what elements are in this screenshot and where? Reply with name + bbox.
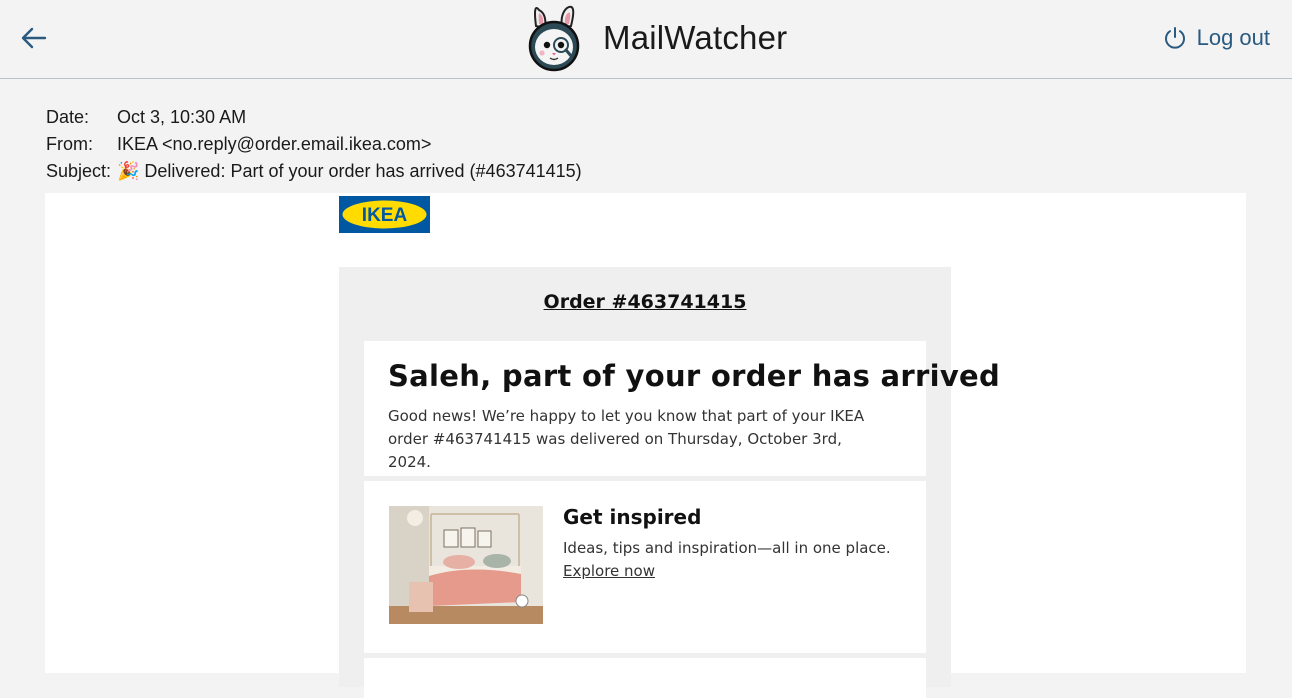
power-icon xyxy=(1164,27,1185,49)
delivery-headline: Saleh, part of your order has arrived xyxy=(388,359,1001,393)
from-value: IKEA <no.reply@order.email.ikea.com> xyxy=(117,134,432,154)
inspire-card: Get inspired Ideas, tips and inspiration… xyxy=(364,481,926,653)
date-row: Date: Oct 3, 10:30 AM xyxy=(46,104,582,131)
top-bar: MailWatcher Log out xyxy=(0,0,1292,79)
arrow-left-icon xyxy=(21,27,47,49)
from-label: From: xyxy=(46,134,93,154)
app-title: MailWatcher xyxy=(603,19,788,56)
app-brand: MailWatcher xyxy=(523,4,787,72)
date-value: Oct 3, 10:30 AM xyxy=(117,107,247,127)
ikea-logo-text: IKEA xyxy=(362,205,408,226)
bedroom-photo[interactable] xyxy=(389,506,543,624)
explore-now-link[interactable]: Explore now xyxy=(563,562,655,580)
date-label: Date: xyxy=(46,107,90,127)
logout-button[interactable]: Log out xyxy=(1163,22,1270,54)
inspire-title: Get inspired xyxy=(563,505,702,529)
from-row: From: IKEA <no.reply@order.email.ikea.co… xyxy=(46,131,582,158)
subject-value: 🎉 Delivered: Part of your order has arri… xyxy=(117,161,582,181)
order-panel: Order #463741415 Saleh, part of your ord… xyxy=(339,267,1000,698)
subject-row: Subject: 🎉 Delivered: Part of your order… xyxy=(46,158,582,185)
email-headers: Date: Oct 3, 10:30 AM From: IKEA <no.rep… xyxy=(46,104,582,185)
order-number: Order #463741415 xyxy=(543,291,747,313)
inspire-text: Ideas, tips and inspiration—all in one p… xyxy=(563,539,891,557)
subject-label: Subject: xyxy=(46,161,112,181)
rabbit-detective-logo xyxy=(528,5,580,72)
next-card xyxy=(364,658,926,698)
delivery-intro: Good news! We’re happy to let you know t… xyxy=(388,407,865,471)
logout-label: Log out xyxy=(1196,25,1270,50)
email-body: IKEA Order #463741415 Saleh, part of you… xyxy=(45,193,1246,698)
back-button[interactable] xyxy=(18,22,50,54)
ikea-logo: IKEA xyxy=(339,196,430,233)
delivery-card: Saleh, part of your order has arrived Go… xyxy=(364,341,1000,476)
